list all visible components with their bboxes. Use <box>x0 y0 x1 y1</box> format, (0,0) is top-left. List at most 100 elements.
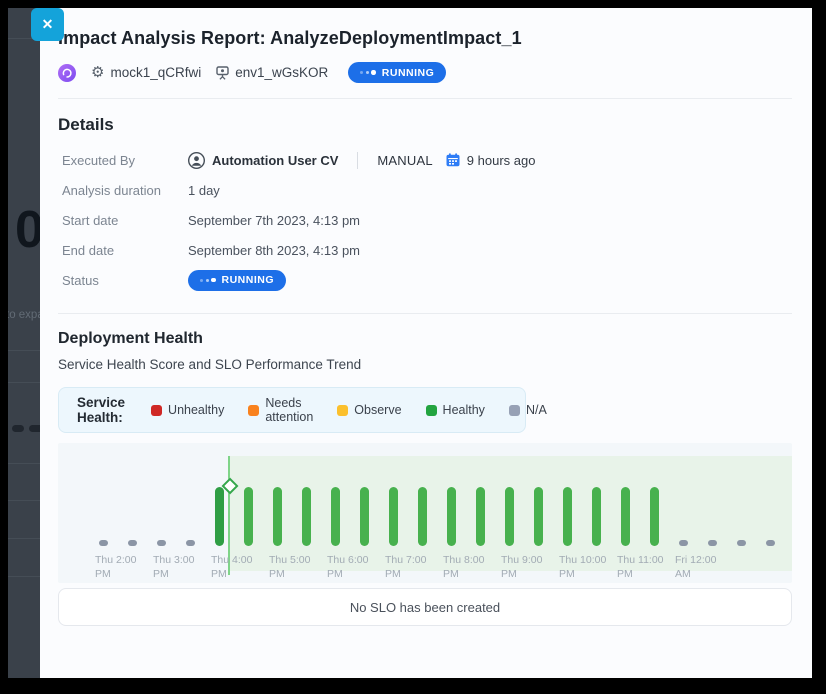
close-icon: ✕ <box>42 16 54 33</box>
health-bar[interactable] <box>99 540 108 547</box>
impact-analysis-modal: ✕ Impact Analysis Report: AnalyzeDeploym… <box>40 8 812 678</box>
legend-label: Unhealthy <box>168 403 224 417</box>
health-bar[interactable] <box>563 487 572 546</box>
executed-by-user: Automation User CV <box>212 153 338 168</box>
header-divider <box>58 98 792 99</box>
health-bar[interactable] <box>273 487 282 546</box>
environment-meta: env1_wGsKOR <box>216 65 328 80</box>
health-bar[interactable] <box>360 487 369 546</box>
service-meta: ⚙ mock1_qCRfwi <box>91 65 201 80</box>
screen: 0 to expa ✕ Impact Analysis Report: Anal… <box>0 0 826 694</box>
section-divider <box>58 313 792 314</box>
background-divider <box>8 538 40 539</box>
health-bar[interactable] <box>389 487 398 546</box>
end-date-row: End date September 8th 2023, 4:13 pm <box>58 235 792 265</box>
legend-items: Unhealthy Needs attention Observe Healthy N/… <box>151 396 547 424</box>
row-value: Automation User CV MANUAL <box>188 152 535 169</box>
health-bar[interactable] <box>679 540 688 547</box>
health-bar[interactable] <box>186 540 195 547</box>
legend-swatch-icon <box>426 405 437 416</box>
legend-label: N/A <box>526 403 547 417</box>
row-label: Analysis duration <box>62 183 188 198</box>
x-axis-tick: Fri 12:00AM <box>675 554 716 581</box>
health-bar[interactable] <box>650 487 659 546</box>
health-bar[interactable] <box>505 487 514 546</box>
x-axis-tick: Thu 4:00PM <box>211 554 252 581</box>
health-bar[interactable] <box>766 540 775 547</box>
health-bar[interactable] <box>534 487 543 546</box>
health-bar[interactable] <box>331 487 340 546</box>
background-skeleton-dash <box>29 425 40 432</box>
row-value: RUNNING <box>188 270 286 291</box>
row-label: Start date <box>62 213 188 228</box>
x-axis-tick: Thu 5:00PM <box>269 554 310 581</box>
details-heading: Details <box>58 115 792 135</box>
status-badge-label: RUNNING <box>382 67 435 79</box>
legend-label: Observe <box>354 403 401 417</box>
health-bar[interactable] <box>476 487 485 546</box>
legend-item: N/A <box>509 396 547 424</box>
legend-label: Needs attention <box>265 396 313 424</box>
workflow-avatar-icon <box>58 64 76 82</box>
slo-empty-message: No SLO has been created <box>350 600 500 615</box>
status-badge-label: RUNNING <box>222 274 275 286</box>
meta-row: ⚙ mock1_qCRfwi env1_wGsKOR RUN <box>58 62 792 83</box>
row-label: Executed By <box>62 153 188 168</box>
row-value: September 8th 2023, 4:13 pm <box>188 243 360 258</box>
legend-item: Unhealthy <box>151 396 224 424</box>
executed-time: 9 hours ago <box>467 153 536 168</box>
row-value: September 7th 2023, 4:13 pm <box>188 213 360 228</box>
background-divider <box>8 382 40 383</box>
health-bar[interactable] <box>447 487 456 546</box>
legend-swatch-icon <box>337 405 348 416</box>
row-label: End date <box>62 243 188 258</box>
loading-dots-icon <box>360 70 376 75</box>
row-label: Status <box>62 273 188 288</box>
x-axis-tick: Thu 10:00PM <box>559 554 606 581</box>
service-name: mock1_qCRfwi <box>110 65 201 80</box>
environment-icon <box>216 66 229 80</box>
page-title: Impact Analysis Report: AnalyzeDeploymen… <box>58 28 792 49</box>
health-bar[interactable] <box>418 487 427 546</box>
calendar-icon <box>446 153 460 167</box>
health-bar[interactable] <box>737 540 746 547</box>
modal-content: Impact Analysis Report: AnalyzeDeploymen… <box>40 8 812 626</box>
legend-label: Healthy <box>443 403 485 417</box>
gear-icon: ⚙ <box>91 65 104 80</box>
vertical-divider <box>357 152 358 169</box>
health-bar[interactable] <box>244 487 253 546</box>
close-button[interactable]: ✕ <box>31 8 64 41</box>
executed-by-row: Executed By Automation User CV MANUAL <box>58 145 792 175</box>
service-health-legend: Service Health: UnhealthyNeeds attention… <box>58 387 526 433</box>
trigger-type: MANUAL <box>377 153 432 168</box>
health-bar[interactable] <box>592 487 601 546</box>
health-bar[interactable] <box>708 540 717 547</box>
legend-item: Observe <box>337 396 401 424</box>
slo-empty-box: No SLO has been created <box>58 588 792 626</box>
x-axis-tick: Thu 8:00PM <box>443 554 484 581</box>
environment-name: env1_wGsKOR <box>235 65 328 80</box>
background-partial-text: to expa <box>8 309 40 321</box>
health-bar[interactable] <box>157 540 166 547</box>
health-bar[interactable] <box>302 487 311 546</box>
x-axis-tick: Thu 7:00PM <box>385 554 426 581</box>
details-rows: Executed By Automation User CV MANUAL <box>58 145 792 295</box>
health-bar[interactable] <box>215 487 224 546</box>
x-axis-tick: Thu 11:00PM <box>617 554 664 581</box>
loading-dots-icon <box>200 278 216 283</box>
status-badge: RUNNING <box>348 62 446 83</box>
row-value: 1 day <box>188 183 220 198</box>
user-icon <box>188 152 205 169</box>
x-axis-tick: Thu 2:00PM <box>95 554 136 581</box>
health-bar[interactable] <box>128 540 137 547</box>
x-axis-tick: Thu 9:00PM <box>501 554 542 581</box>
background-divider <box>8 500 40 501</box>
legend-item: Needs attention <box>248 396 313 424</box>
background-divider <box>8 350 40 351</box>
dimmed-background-page: 0 to expa <box>8 8 40 678</box>
health-bar[interactable] <box>621 487 630 546</box>
x-axis-tick: Thu 3:00PM <box>153 554 194 581</box>
background-divider <box>8 576 40 577</box>
status-row: Status RUNNING <box>58 265 792 295</box>
status-badge: RUNNING <box>188 270 286 291</box>
